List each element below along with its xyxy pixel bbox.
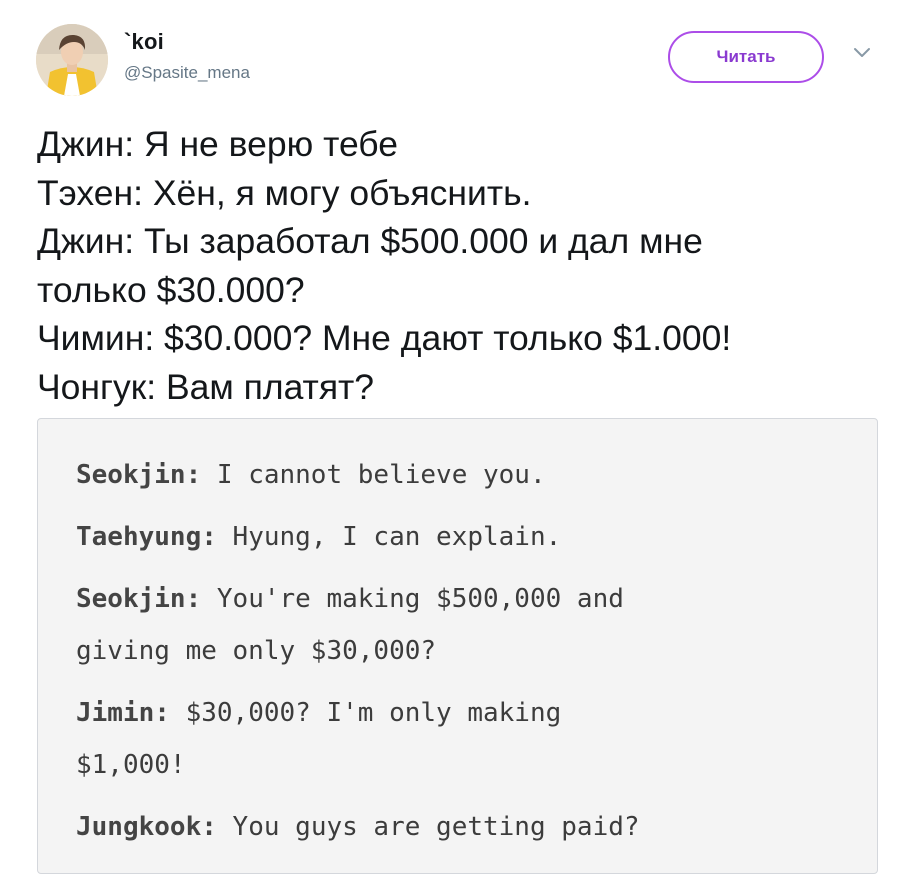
speaker-name: Jimin: xyxy=(76,698,170,728)
dialogue-text-line: You guys are getting paid? xyxy=(232,812,640,842)
tweet-line: Чимин: $30.000? Мне дают только $1.000! xyxy=(37,318,732,358)
avatar-image xyxy=(36,24,108,96)
dialogue-text-line: $1,000! xyxy=(76,750,186,780)
dialogue-text-line: I cannot believe you. xyxy=(216,460,546,490)
speaker-name: Seokjin: xyxy=(76,584,202,614)
tweet-line: Тэхен: Хён, я могу объяснить. xyxy=(37,172,532,213)
follow-button[interactable]: Читать xyxy=(668,31,824,83)
tweet-line: только $30.000? xyxy=(37,269,305,310)
avatar[interactable] xyxy=(36,24,108,96)
dialogue-text-line: giving me only $30,000? xyxy=(76,636,437,666)
tweet-line: Чонгук: Вам платят? xyxy=(37,366,375,407)
attached-image[interactable]: Seokjin: I cannot believe you. Taehyung:… xyxy=(37,418,878,874)
speaker-name: Seokjin: xyxy=(76,460,202,490)
chevron-down-icon[interactable] xyxy=(852,46,872,60)
tweet-line: Джин: Я не верю тебе xyxy=(37,124,398,164)
dialogue-line: Taehyung: Hyung, I can explain. xyxy=(76,511,846,563)
dialogue-text-line: Hyung, I can explain. xyxy=(232,522,562,552)
dialogue-text-line: $30,000? I'm only making xyxy=(185,698,562,728)
tweet-line: Джин: Ты заработал $500.000 и дал мне xyxy=(37,221,703,261)
tweet-card: `koi @Spasite_mena Читать Джин: Я не вер… xyxy=(0,0,898,880)
dialogue-line: Jimin: $30,000? I'm only making $1,000! xyxy=(76,687,846,791)
speaker-name: Taehyung: xyxy=(76,522,217,552)
dialogue-line: Seokjin: I cannot believe you. xyxy=(76,449,846,501)
dialogue-line: Seokjin: You're making $500,000 and givi… xyxy=(76,573,846,677)
display-name[interactable]: `koi xyxy=(124,29,164,55)
dialogue-line: Jungkook: You guys are getting paid? xyxy=(76,801,846,853)
speaker-name: Jungkook: xyxy=(76,812,217,842)
dialogue-text: Seokjin: I cannot believe you. Taehyung:… xyxy=(76,449,846,863)
user-handle[interactable]: @Spasite_mena xyxy=(124,63,250,83)
tweet-text: Джин: Я не верю тебе Тэхен: Хён, я могу … xyxy=(37,120,877,411)
dialogue-text-line: You're making $500,000 and xyxy=(216,584,624,614)
